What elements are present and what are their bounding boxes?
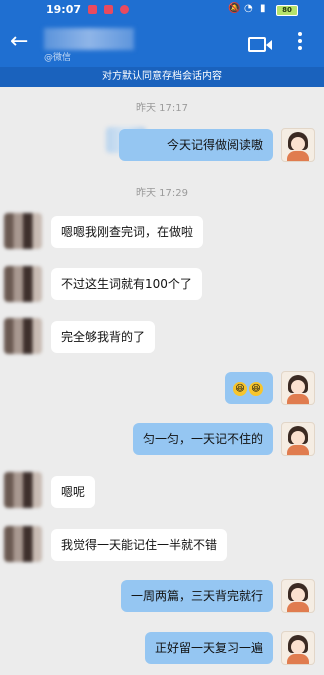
message-bubble-other[interactable]: 嗯嗯我刚查完词，在做啦 [51,216,204,248]
message-bubble-me[interactable]: 😆 😆 [225,372,273,404]
contact-name-blurred[interactable] [44,28,134,50]
grinning-emoji-icon: 😆 [249,381,263,396]
mute-icon: 🔕 [228,3,241,14]
message-bubble-me[interactable]: 正好留一天复习一遍 [144,632,273,664]
battery-icon: 80 [276,5,298,16]
status-time: 19:07 [46,3,82,16]
contact-avatar[interactable] [4,526,42,562]
contact-avatar[interactable] [4,266,42,302]
my-avatar[interactable] [281,579,315,613]
contact-avatar[interactable] [4,318,42,354]
contact-avatar[interactable] [4,472,42,508]
message-bubble-me[interactable]: 一周两篇，三天背完就行 [120,580,273,612]
signal-icon: ▮ [260,3,266,14]
chat-header: ← @微信 [0,20,324,67]
timestamp: 昨天 17:17 [136,103,188,114]
grinning-emoji-icon: 😆 [233,381,247,396]
contact-avatar[interactable] [4,213,42,249]
status-bar: 19:07 🔕 ◔ ▮ 80 [0,0,324,20]
wifi-icon: ◔ [244,3,253,14]
message-bubble-me[interactable]: 今天记得做阅读嗷 [118,129,273,161]
message-bubble-other[interactable]: 嗯呢 [51,476,96,508]
notification-icon [104,5,113,14]
message-bubble-other[interactable]: 我觉得一天能记住一半就不错 [51,529,228,561]
my-avatar[interactable] [281,128,315,162]
more-options-icon[interactable] [298,32,302,53]
back-arrow-icon[interactable]: ← [10,31,28,53]
my-avatar[interactable] [281,371,315,405]
message-bubble-other[interactable]: 不过这生词就有100个了 [51,268,202,300]
my-avatar[interactable] [281,631,315,665]
notification-icon [88,5,97,14]
notification-icon [120,5,129,14]
message-bubble-me[interactable]: 匀一匀，一天记不住的 [132,423,273,455]
message-bubble-other[interactable]: 完全够我背的了 [51,321,156,353]
timestamp: 昨天 17:29 [136,188,188,199]
video-call-icon[interactable] [248,37,272,52]
contact-subtitle: @微信 [44,53,72,63]
my-avatar[interactable] [281,422,315,456]
archive-notice: 对方默认同意存档会话内容 [0,67,324,87]
